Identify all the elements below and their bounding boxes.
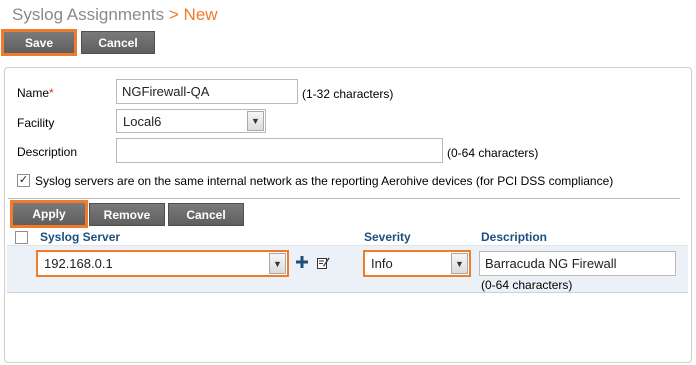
facility-select[interactable]: Local6 ▼ xyxy=(116,109,266,133)
description-label: Description xyxy=(17,145,78,159)
divider xyxy=(8,198,680,199)
column-header-server: Syslog Server xyxy=(40,230,121,244)
breadcrumb-current: New xyxy=(183,5,218,24)
name-hint: (1-32 characters) xyxy=(302,87,394,101)
description-input[interactable] xyxy=(116,138,443,163)
page-title: Syslog Assignments > New xyxy=(12,5,218,25)
facility-label: Facility xyxy=(17,116,55,130)
name-input[interactable] xyxy=(116,79,298,104)
facility-selected-value: Local6 xyxy=(123,113,162,129)
same-network-checkbox[interactable]: ✓ xyxy=(17,174,30,187)
edit-icon[interactable] xyxy=(315,254,331,270)
add-icon[interactable] xyxy=(295,254,309,270)
severity-select[interactable]: Info ▼ xyxy=(363,250,471,277)
title-section: Syslog Assignments xyxy=(12,5,165,24)
row-description-hint: (0-64 characters) xyxy=(481,278,573,292)
column-header-description: Description xyxy=(481,230,548,244)
server-selected-value: 192.168.0.1 xyxy=(44,256,113,271)
column-header-severity: Severity xyxy=(364,230,411,244)
name-label-text: Name xyxy=(17,86,50,100)
name-label: Name* xyxy=(17,86,54,100)
remove-button[interactable]: Remove xyxy=(89,203,165,226)
chevron-down-icon: ▼ xyxy=(269,253,286,274)
description-hint: (0-64 characters) xyxy=(447,146,539,160)
cancel-button[interactable]: Cancel xyxy=(81,31,155,54)
chevron-down-icon: ▼ xyxy=(451,253,468,274)
server-select[interactable]: 192.168.0.1 ▼ xyxy=(36,250,289,277)
save-button[interactable]: Save xyxy=(1,29,77,56)
severity-selected-value: Info xyxy=(371,256,393,271)
same-network-label: Syslog servers are on the same internal … xyxy=(35,174,614,188)
breadcrumb-separator: > xyxy=(168,5,179,24)
apply-button[interactable]: Apply xyxy=(10,200,88,228)
chevron-down-icon: ▼ xyxy=(247,111,264,131)
select-all-checkbox[interactable] xyxy=(15,231,28,244)
row-description-input[interactable] xyxy=(479,251,676,276)
server-cancel-button[interactable]: Cancel xyxy=(168,203,244,226)
required-marker: * xyxy=(49,86,54,100)
